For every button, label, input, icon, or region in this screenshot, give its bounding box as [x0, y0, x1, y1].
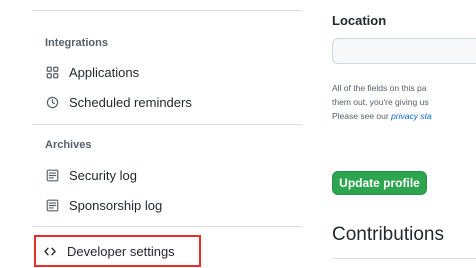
sidebar-item-label: Developer settings [67, 243, 175, 259]
code-icon [43, 244, 57, 258]
profile-note-prefix: Please see our [332, 111, 392, 121]
sidebar-divider [32, 10, 302, 11]
sidebar-item-security-log[interactable]: Security log [36, 162, 274, 188]
log-icon [45, 168, 59, 182]
sidebar-item-scheduled-reminders[interactable]: Scheduled reminders [36, 89, 274, 115]
sidebar-item-label: Security log [69, 167, 137, 183]
profile-note-line: them out, you're giving us [332, 97, 429, 107]
location-label: Location [332, 13, 387, 28]
sidebar-divider [32, 226, 302, 227]
sidebar-item-applications[interactable]: Applications [36, 59, 274, 85]
location-input[interactable] [332, 38, 476, 64]
sidebar-divider [32, 124, 302, 125]
sidebar-item-label: Scheduled reminders [69, 94, 192, 110]
privacy-statement-link[interactable]: privacy sta [391, 111, 432, 121]
contributions-heading: Contributions [332, 224, 444, 245]
sidebar-item-developer-settings[interactable]: Developer settings [34, 235, 201, 267]
section-title-integrations: Integrations [45, 37, 108, 49]
sidebar-item-sponsorship-log[interactable]: Sponsorship log [36, 192, 274, 218]
sidebar-item-label: Applications [69, 64, 140, 80]
clock-icon [45, 95, 59, 109]
sidebar-item-label: Sponsorship log [69, 197, 163, 213]
settings-sidebar: Integrations Applications Scheduled remi… [0, 0, 308, 268]
contributions-divider [332, 258, 476, 259]
profile-main: Location All of the fields on this pa th… [330, 0, 476, 268]
section-title-archives: Archives [45, 139, 92, 151]
apps-grid-icon [45, 65, 59, 79]
log-icon [45, 198, 59, 212]
update-profile-button[interactable]: Update profile [332, 171, 427, 195]
profile-note-line: All of the fields on this pa [332, 83, 427, 93]
profile-note-line: Please see our privacy sta [332, 111, 432, 121]
